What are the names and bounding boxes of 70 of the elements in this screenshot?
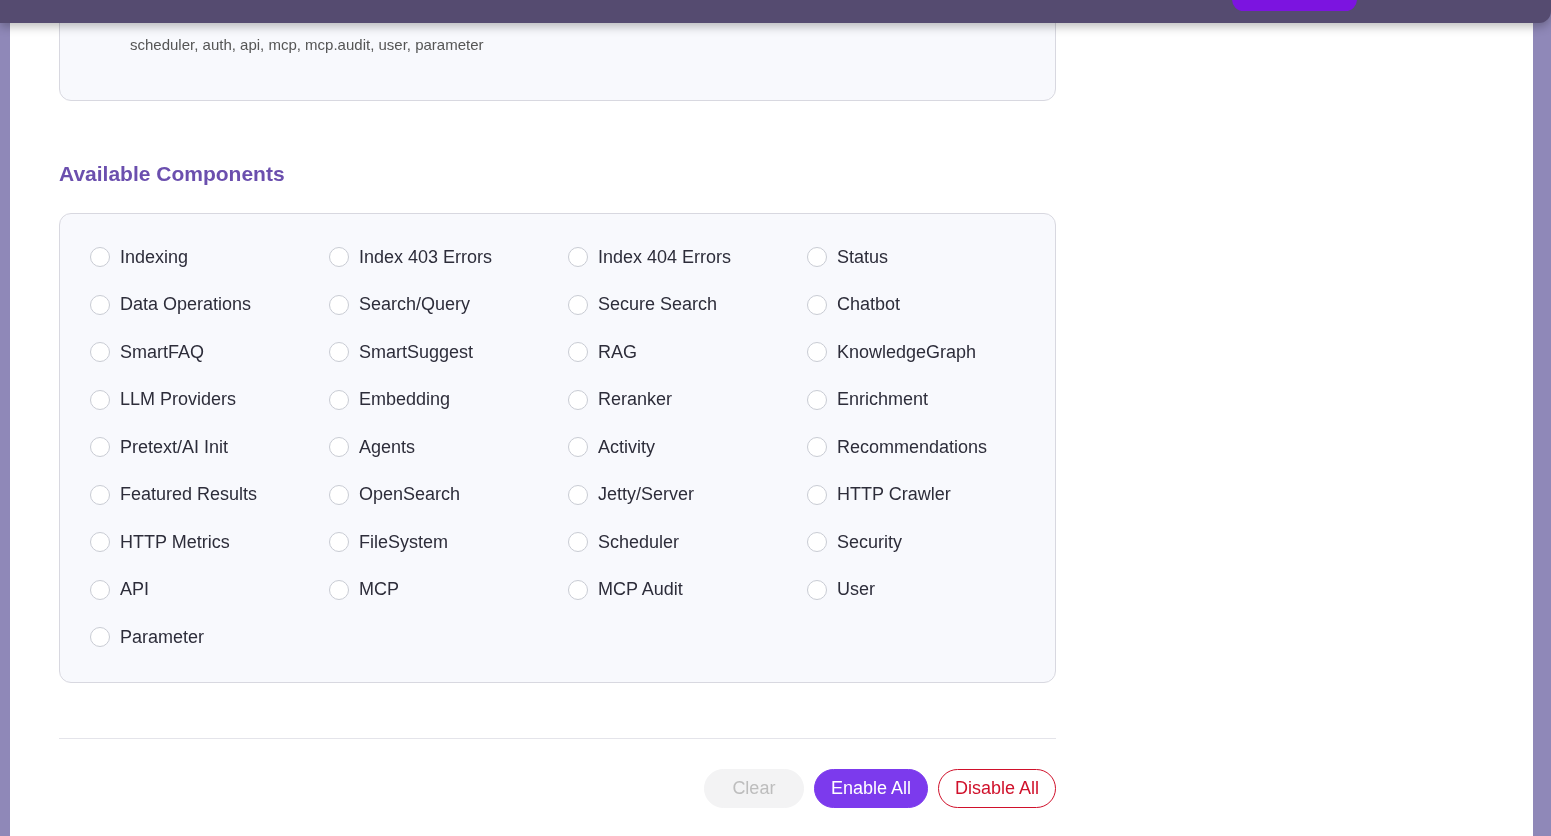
checkbox[interactable]	[807, 389, 827, 410]
checkbox-label: Chatbot	[837, 293, 901, 317]
checkbox[interactable]	[329, 532, 349, 553]
checkbox[interactable]	[90, 627, 110, 648]
checkbox-label: MCP Audit	[598, 578, 683, 602]
checkbox[interactable]	[568, 532, 588, 553]
checkbox[interactable]	[807, 484, 827, 505]
checkbox[interactable]	[568, 484, 588, 505]
checkbox[interactable]	[807, 342, 827, 363]
summary-text: scheduler, auth, api, mcp, mcp.audit, user, parameter	[130, 36, 484, 53]
checkbox-label: SmartSuggest	[359, 340, 474, 364]
checkbox-label: Search/Query	[359, 293, 471, 317]
checkbox-label: Agents	[359, 435, 416, 459]
checkbox-label: Activity	[598, 435, 655, 459]
checkbox-label: Indexing	[120, 245, 189, 269]
checkbox[interactable]	[90, 342, 110, 363]
checkbox[interactable]	[807, 247, 827, 268]
section-title: Available Components	[59, 161, 286, 187]
checkbox-label: Reranker	[598, 388, 673, 412]
checkbox[interactable]	[90, 247, 110, 268]
checkbox-label: Scheduler	[598, 530, 680, 554]
checkbox-label: HTTP Metrics	[120, 530, 230, 554]
checkbox-label: Pretext/AI Init	[120, 435, 229, 459]
checkbox[interactable]	[329, 437, 349, 458]
checkbox-label: Data Operations	[120, 293, 252, 317]
checkbox-label: Security	[837, 530, 903, 554]
checkbox-label: KnowledgeGraph	[837, 340, 977, 364]
checkbox[interactable]	[90, 579, 110, 600]
checkbox-label: HTTP Crawler	[837, 483, 951, 507]
checkbox[interactable]	[807, 294, 827, 315]
checkbox[interactable]	[807, 532, 827, 553]
checkbox-label: Index 404 Errors	[598, 245, 732, 269]
checkbox-label: Enrichment	[837, 388, 929, 412]
checkbox-label: User	[837, 578, 875, 602]
checkbox-label: Recommendations	[837, 435, 988, 459]
checkbox-label: LLM Providers	[120, 388, 237, 412]
checkbox[interactable]	[568, 579, 588, 600]
checkbox[interactable]	[568, 294, 588, 315]
checkbox[interactable]	[90, 437, 110, 458]
checkbox[interactable]	[807, 579, 827, 600]
checkbox-label: Secure Search	[598, 293, 718, 317]
checkbox-label: Embedding	[359, 388, 451, 412]
checkbox[interactable]	[90, 484, 110, 505]
checkbox[interactable]	[329, 484, 349, 505]
checkbox[interactable]	[329, 389, 349, 410]
checkbox[interactable]	[90, 389, 110, 410]
checkbox[interactable]	[568, 437, 588, 458]
checkbox[interactable]	[807, 437, 827, 458]
action-button[interactable]: Enable All	[813, 769, 928, 808]
checkbox-label: RAG	[598, 340, 637, 364]
checkbox-label: OpenSearch	[359, 483, 461, 507]
checkbox[interactable]	[568, 247, 588, 268]
checkbox[interactable]	[329, 247, 349, 268]
checkbox-label: SmartFAQ	[120, 340, 204, 364]
checkbox-label: MCP	[359, 578, 399, 602]
checkbox-label: Parameter	[120, 625, 205, 649]
checkbox-label: Status	[837, 245, 889, 269]
checkbox[interactable]	[329, 294, 349, 315]
checkbox-label: Featured Results	[120, 483, 258, 507]
checkbox-label: Jetty/Server	[598, 483, 695, 507]
checkbox[interactable]	[329, 579, 349, 600]
checkbox[interactable]	[90, 532, 110, 553]
checkbox[interactable]	[329, 342, 349, 363]
checkbox[interactable]	[568, 342, 588, 363]
checkbox-label: FileSystem	[359, 530, 448, 554]
checkbox-label: Index 403 Errors	[359, 245, 493, 269]
checkbox[interactable]	[90, 294, 110, 315]
checkbox-label: API	[120, 578, 149, 602]
action-button[interactable]: Disable All	[937, 769, 1056, 808]
checkbox[interactable]	[568, 389, 588, 410]
